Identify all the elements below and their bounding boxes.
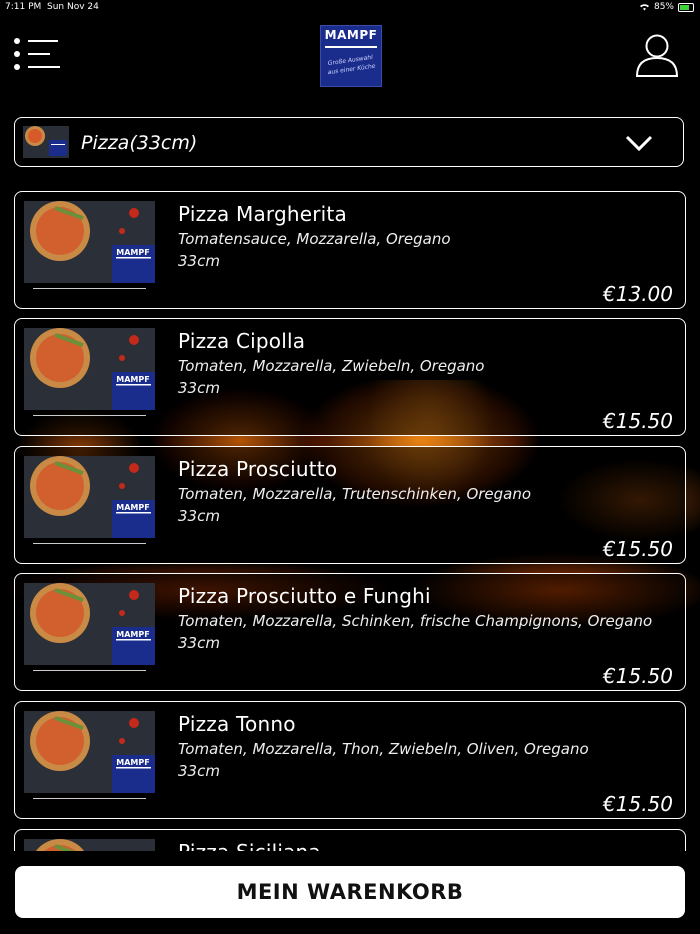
svg-text:MAMPF: MAMPF — [116, 248, 149, 257]
logo-brand: MAMPF — [324, 28, 378, 42]
product-description: Tomatensauce, Mozzarella, Oregano — [178, 230, 451, 248]
svg-text:MAMPF: MAMPF — [116, 630, 149, 639]
pizza-image-icon: MAMPF — [24, 456, 155, 538]
product-title: Pizza Prosciutto — [178, 457, 338, 481]
battery-icon — [678, 2, 694, 12]
status-time: 7:11 PM Sun Nov 24 — [5, 2, 99, 12]
product-title: Pizza Siciliana — [178, 840, 321, 851]
image-underline — [33, 415, 146, 416]
pizza-image-icon: MAMPF — [24, 583, 155, 665]
product-description: Tomaten, Mozzarella, Trutenschinken, Ore… — [178, 485, 532, 503]
image-underline — [33, 288, 146, 289]
product-price: €15.50 — [603, 537, 673, 561]
pizza-image-icon: MAMPF — [24, 711, 155, 793]
product-card[interactable]: MAMPF Pizza Prosciutto e Funghi Tomaten,… — [14, 573, 686, 691]
pizza-image-icon — [24, 839, 155, 851]
product-card[interactable]: MAMPF Pizza Prosciutto Tomaten, Mozzarel… — [14, 446, 686, 564]
status-right: 85% — [639, 2, 694, 12]
product-description: Tomaten, Mozzarella, Thon, Zwiebeln, Oli… — [178, 740, 589, 758]
product-size: 33cm — [178, 762, 220, 780]
product-card[interactable]: Pizza Siciliana — [14, 829, 686, 851]
pizza-image-icon: MAMPF — [24, 328, 155, 410]
status-bar: 7:11 PM Sun Nov 24 85% — [0, 0, 700, 16]
product-description: Tomaten, Mozzarella, Zwiebeln, Oregano — [178, 357, 485, 375]
user-account-icon[interactable] — [634, 32, 680, 78]
product-list: MAMPF Pizza Margherita Tomatensauce, Moz… — [14, 191, 686, 851]
image-underline — [33, 798, 146, 799]
product-description: Tomaten, Mozzarella, Schinken, frische C… — [178, 612, 653, 630]
logo-bar — [325, 46, 377, 48]
product-size: 33cm — [178, 634, 220, 652]
svg-text:MAMPF: MAMPF — [116, 375, 149, 384]
svg-text:MAMPF: MAMPF — [116, 503, 149, 512]
image-underline — [33, 543, 146, 544]
image-underline — [33, 670, 146, 671]
wifi-icon — [639, 4, 649, 11]
product-title: Pizza Margherita — [178, 202, 347, 226]
mampf-logo[interactable]: MAMPF Große Auswahl aus einer Küche — [320, 25, 382, 87]
logo-tagline: Große Auswahl aus einer Küche — [327, 53, 376, 77]
chevron-down-icon — [625, 135, 653, 152]
svg-text:MAMPF: MAMPF — [116, 758, 149, 767]
hamburger-menu-icon[interactable] — [14, 38, 60, 72]
product-title: Pizza Cipolla — [178, 329, 306, 353]
battery-percent: 85% — [653, 2, 674, 12]
product-title: Pizza Prosciutto e Funghi — [178, 584, 431, 608]
category-dropdown[interactable]: Pizza(33cm) — [14, 117, 684, 167]
product-card[interactable]: MAMPF Pizza Cipolla Tomaten, Mozzarella,… — [14, 318, 686, 436]
product-price: €13.00 — [603, 282, 673, 306]
cart-button[interactable]: MEIN WARENKORB — [15, 866, 685, 918]
product-title: Pizza Tonno — [178, 712, 296, 736]
product-size: 33cm — [178, 507, 220, 525]
category-selected-label: Pizza(33cm) — [81, 132, 198, 154]
product-card[interactable]: MAMPF Pizza Margherita Tomatensauce, Moz… — [14, 191, 686, 309]
product-price: €15.50 — [603, 664, 673, 688]
pizza-image-icon: MAMPF — [24, 201, 155, 283]
product-price: €15.50 — [603, 792, 673, 816]
category-thumbnail-icon — [23, 126, 69, 158]
product-card[interactable]: MAMPF Pizza Tonno Tomaten, Mozzarella, T… — [14, 701, 686, 819]
product-size: 33cm — [178, 252, 220, 270]
product-size: 33cm — [178, 379, 220, 397]
product-price: €15.50 — [603, 409, 673, 433]
